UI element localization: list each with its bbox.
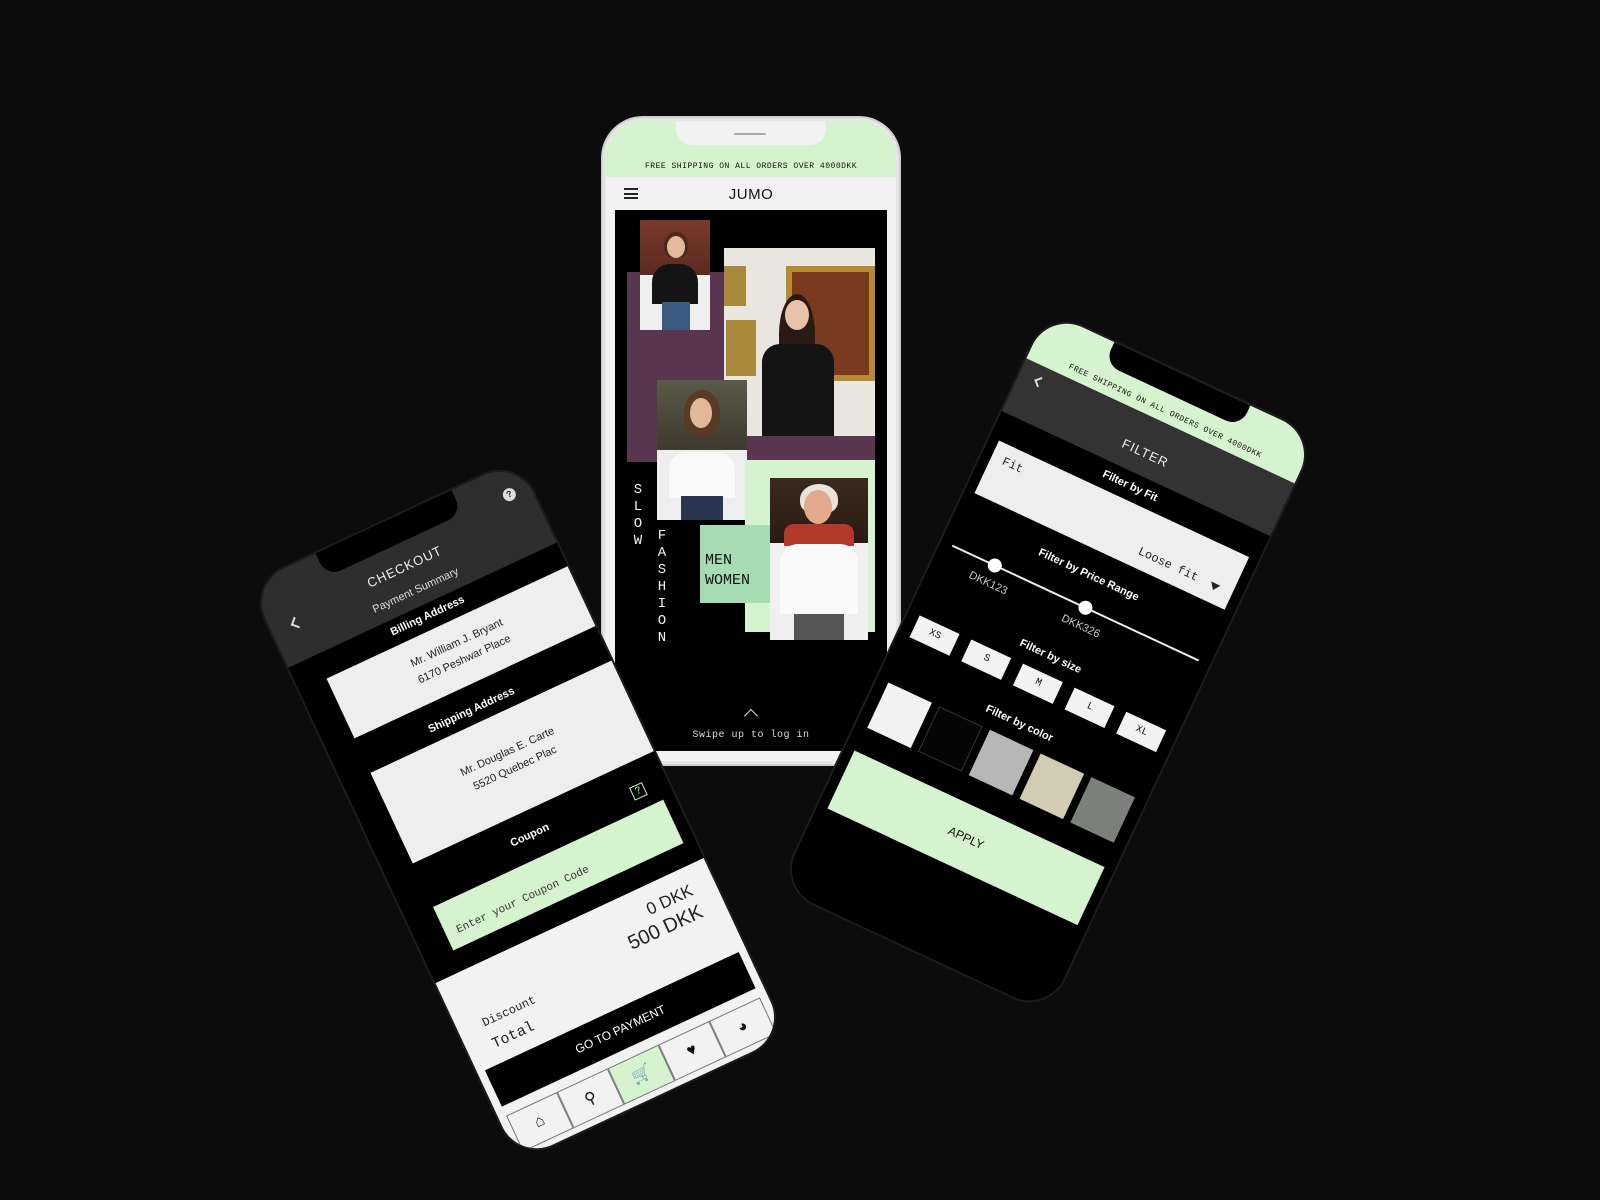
plum-block	[745, 436, 875, 460]
women-link[interactable]: WOMEN	[705, 571, 770, 591]
size-option[interactable]: M	[1012, 663, 1063, 704]
color-swatch[interactable]	[1019, 753, 1085, 820]
fit-label: Fit	[999, 454, 1026, 477]
men-link[interactable]: MEN	[705, 551, 770, 571]
price-min-handle[interactable]	[985, 556, 1005, 575]
hero-collage: MEN WOMEN SLOW FASHION Swipe up to log i…	[615, 210, 887, 751]
swipe-up-icon[interactable]	[743, 708, 759, 724]
size-option[interactable]: XS	[909, 615, 960, 656]
fit-value: Loose fit	[1135, 544, 1201, 585]
phone-notch	[676, 121, 826, 145]
model-photo[interactable]	[657, 380, 747, 520]
color-swatch[interactable]	[867, 682, 932, 749]
brand-logo[interactable]: JUMO	[606, 186, 896, 203]
model-photo[interactable]	[770, 478, 868, 640]
size-option[interactable]: S	[961, 639, 1012, 680]
fashion-vertical-text: FASHION	[657, 528, 667, 646]
men-women-nav[interactable]: MEN WOMEN	[700, 525, 770, 603]
dropdown-arrow-icon[interactable]	[1208, 581, 1221, 593]
price-min-label: DKK123	[967, 569, 1010, 598]
phone-notch	[315, 490, 463, 578]
size-option[interactable]: XL	[1116, 711, 1167, 753]
home-phone: FREE SHIPPING ON ALL ORDERS OVER 4000DKK…	[603, 118, 899, 764]
color-swatch[interactable]	[918, 706, 983, 772]
color-swatch[interactable]	[968, 729, 1034, 796]
top-nav: JUMO	[606, 177, 896, 210]
slow-vertical-text: SLOW	[633, 482, 643, 549]
back-icon[interactable]	[1034, 377, 1045, 388]
help-icon[interactable]: ?	[500, 485, 519, 504]
price-max-label: DKK326	[1059, 612, 1102, 641]
color-swatch[interactable]	[1070, 777, 1135, 843]
model-photo[interactable]	[640, 220, 710, 330]
price-max-handle[interactable]	[1076, 598, 1095, 618]
size-option[interactable]: L	[1064, 687, 1115, 729]
